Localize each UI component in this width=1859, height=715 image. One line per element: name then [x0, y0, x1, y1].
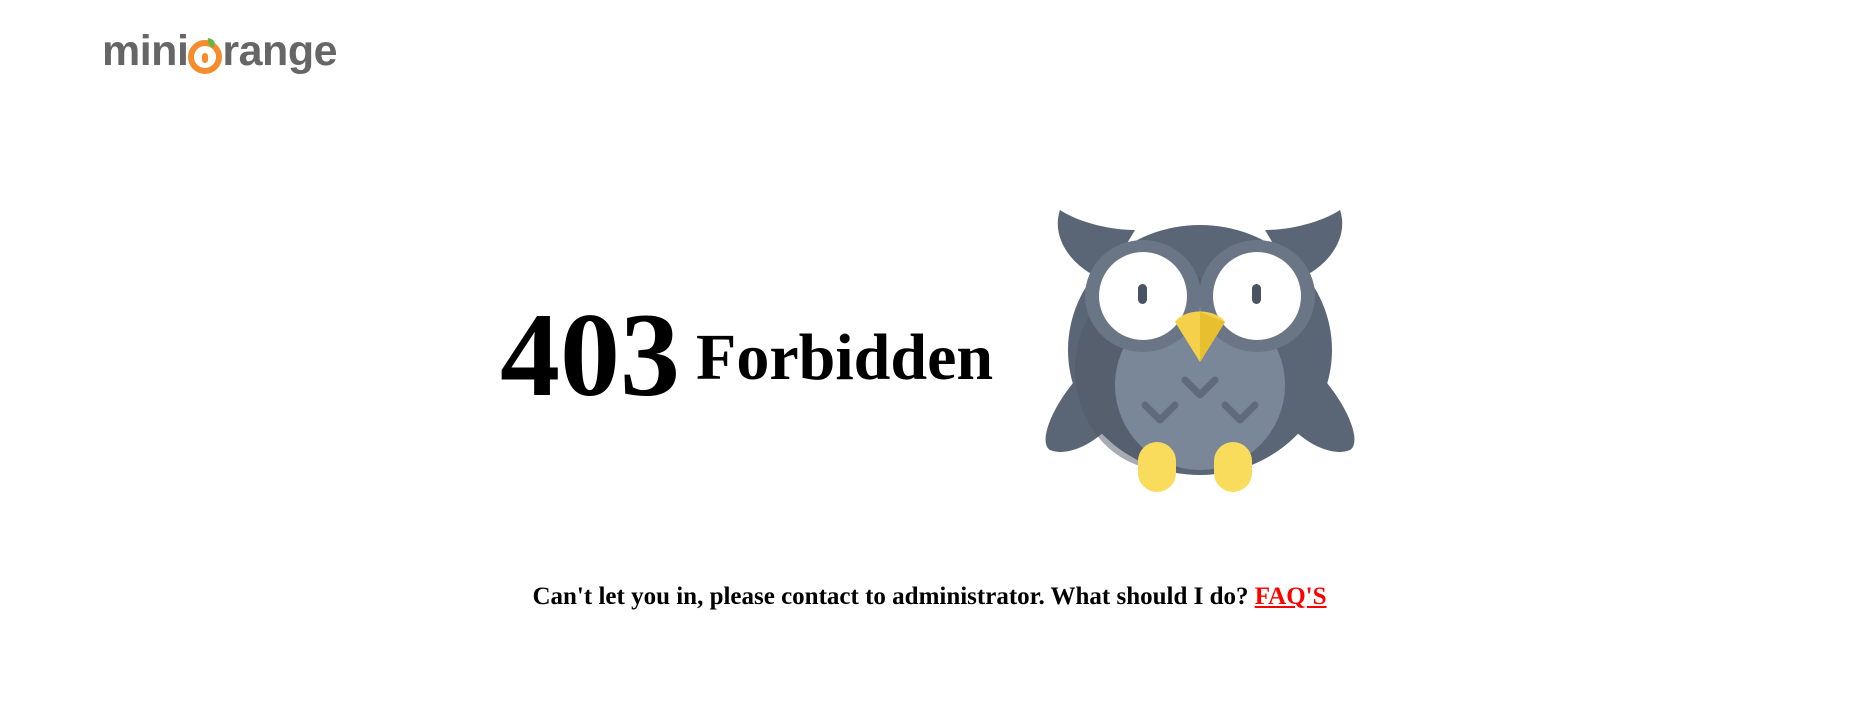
error-message-text: Can't let you in, please contact to admi… — [532, 583, 1249, 610]
miniorange-logo: mini range — [102, 26, 338, 76]
faq-link[interactable]: FAQ'S — [1255, 583, 1327, 610]
error-message: Can't let you in, please contact to admi… — [0, 582, 1859, 612]
owl-illustration — [1045, 210, 1355, 492]
logo-text-suffix: range — [222, 26, 338, 75]
logo-orange-o-icon — [188, 26, 223, 76]
logo-text-prefix: mini — [102, 26, 189, 75]
error-title: Forbidden — [696, 321, 994, 394]
error-code: 403 — [500, 288, 680, 421]
